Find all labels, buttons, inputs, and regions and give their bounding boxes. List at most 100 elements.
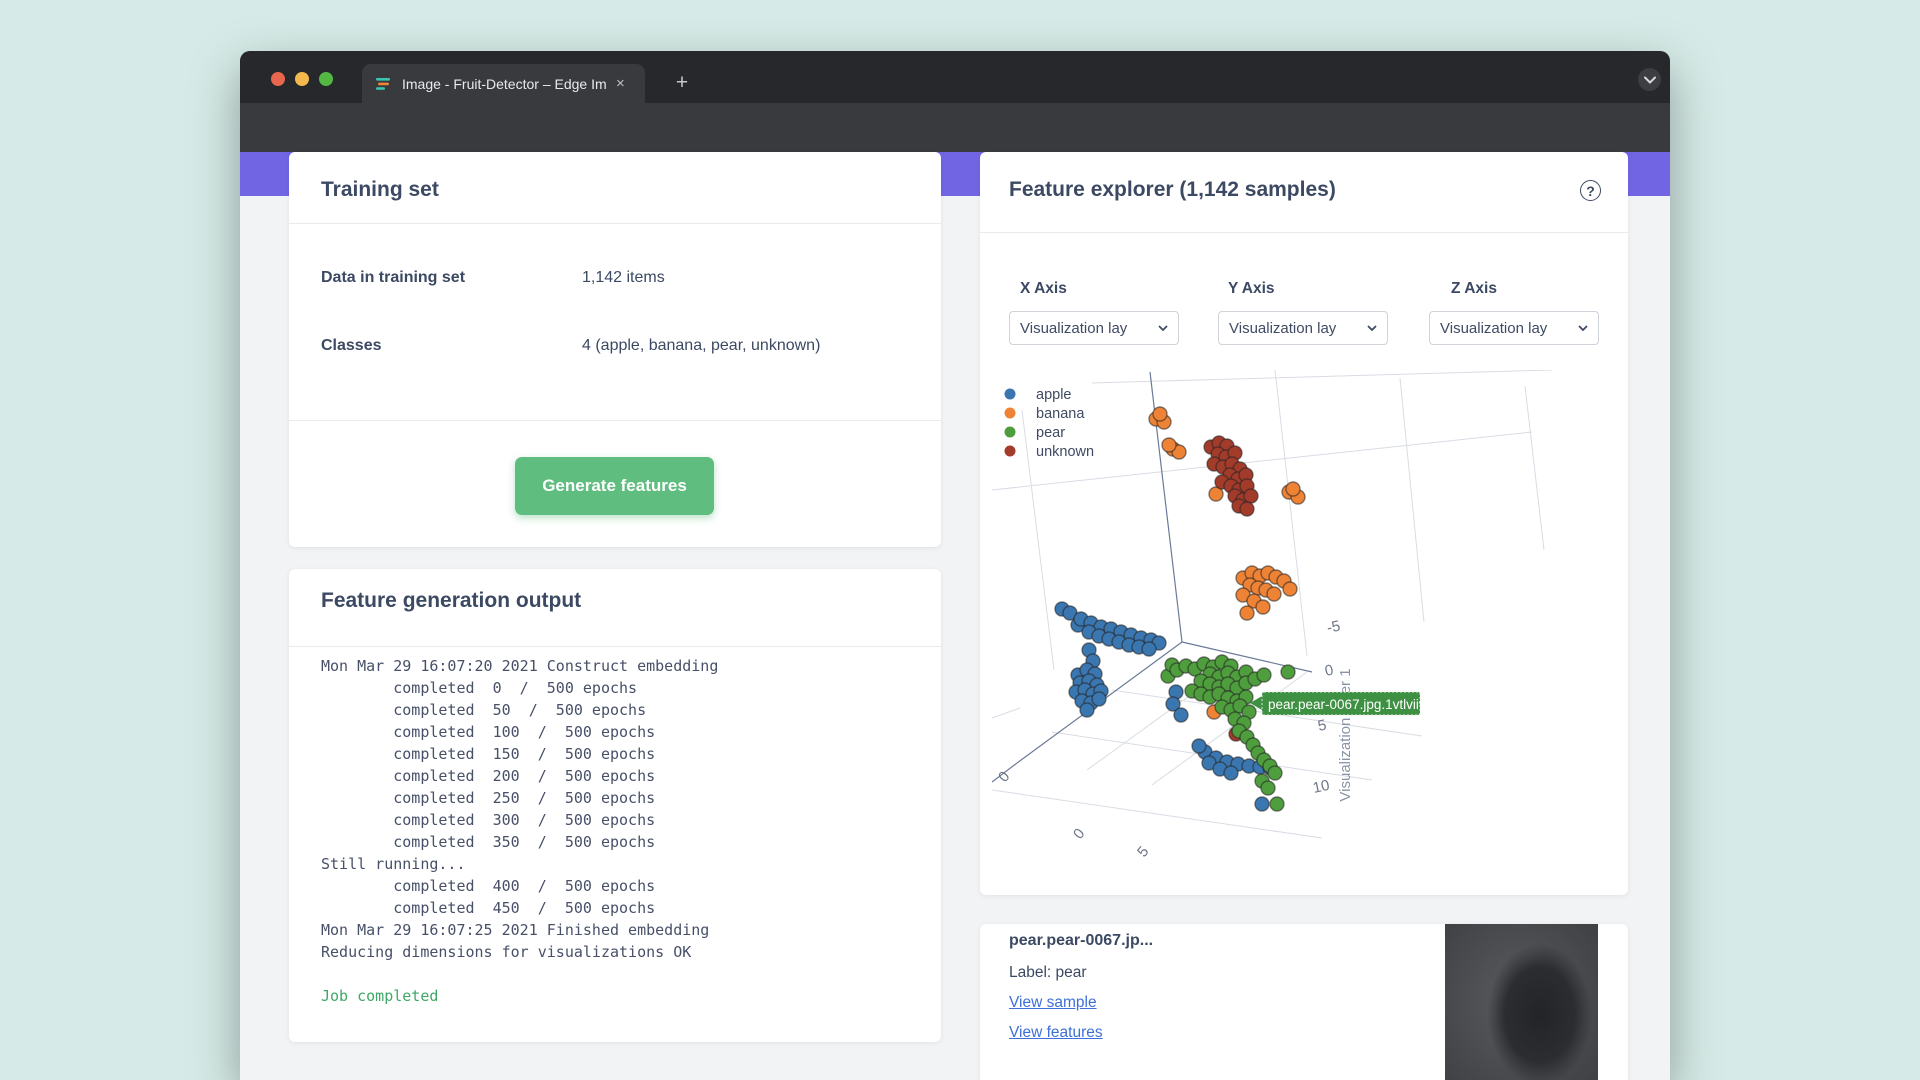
browser-toolbar: https://studio.edgeimpulse.com/studio/20… xyxy=(240,103,1670,152)
legend-item-apple[interactable]: apple xyxy=(1005,387,1072,403)
minimize-window-button[interactable] xyxy=(295,72,309,86)
z-axis-select[interactable]: Visualization lay xyxy=(1429,311,1599,345)
grid-line xyxy=(1275,370,1307,656)
console-line: completed 200 / 500 epochs xyxy=(321,765,718,787)
training-set-row-label: Data in training set xyxy=(321,269,465,287)
console-line: completed 250 / 500 epochs xyxy=(321,787,718,809)
pear-data-point[interactable] xyxy=(1270,797,1284,811)
banana-data-point[interactable] xyxy=(1283,582,1297,596)
sample-label: Label: pear xyxy=(1009,964,1087,982)
generate-features-button[interactable]: Generate features xyxy=(515,457,714,515)
unknown-data-point[interactable] xyxy=(1240,502,1254,516)
console-line: Job completed xyxy=(321,985,718,1007)
legend-swatch xyxy=(1005,389,1016,400)
apple-data-point[interactable] xyxy=(1092,692,1106,706)
pear-data-point[interactable] xyxy=(1257,668,1271,682)
training-set-row-value: 1,142 items xyxy=(582,269,665,287)
feature-explorer-title: Feature explorer (1,142 samples) xyxy=(1009,178,1336,202)
apple-data-point[interactable] xyxy=(1142,642,1156,656)
maximize-window-button[interactable] xyxy=(319,72,333,86)
apple-data-point[interactable] xyxy=(1224,766,1238,780)
legend-label: unknown xyxy=(1036,444,1094,460)
console-line: completed 450 / 500 epochs xyxy=(321,897,718,919)
legend-label: banana xyxy=(1036,406,1085,422)
right-axis-tick: 10 xyxy=(1311,777,1331,797)
legend-label: apple xyxy=(1036,387,1071,403)
chevron-down-icon xyxy=(1578,325,1588,331)
apple-data-point[interactable] xyxy=(1255,797,1269,811)
training-set-row-label: Classes xyxy=(321,337,382,355)
tab-edge-impulse[interactable]: Image - Fruit-Detector – Edge Im × xyxy=(362,64,645,103)
console-line: completed 400 / 500 epochs xyxy=(321,875,718,897)
tab-title: Image - Fruit-Detector – Edge Im xyxy=(402,76,614,92)
plot-tooltip: pear.pear-0067.jpg.1vtlviiv xyxy=(1250,692,1426,715)
legend-swatch xyxy=(1005,427,1016,438)
training-set-title: Training set xyxy=(321,178,439,202)
training-set-card: Training set Data in training set 1,142 … xyxy=(289,152,941,547)
pear-data-point[interactable] xyxy=(1281,665,1295,679)
banana-data-point[interactable] xyxy=(1256,600,1270,614)
x-axis-label: X Axis xyxy=(1020,280,1067,298)
grid-line xyxy=(1092,370,1552,383)
svg-text:pear.pear-0067.jpg.1vtlviiv: pear.pear-0067.jpg.1vtlviiv xyxy=(1268,697,1426,712)
feature-explorer-card: Feature explorer (1,142 samples) ? X Axi… xyxy=(980,152,1628,895)
close-window-button[interactable] xyxy=(271,72,285,86)
pear-data-point[interactable] xyxy=(1268,766,1282,780)
banana-data-point[interactable] xyxy=(1153,407,1167,421)
feature-output-title: Feature generation output xyxy=(321,589,581,613)
view-sample-link[interactable]: View sample xyxy=(1009,994,1097,1012)
unknown-data-point[interactable] xyxy=(1244,489,1258,503)
y-axis-select[interactable]: Visualization lay xyxy=(1218,311,1388,345)
training-set-row-value: 4 (apple, banana, pear, unknown) xyxy=(582,337,820,355)
bottom-axis-tick: 0 xyxy=(1070,825,1088,842)
grid-line xyxy=(1400,378,1424,622)
grid-line xyxy=(1525,386,1544,550)
apple-data-point[interactable] xyxy=(1174,708,1188,722)
legend-label: pear xyxy=(1036,425,1065,441)
tab-close-icon[interactable]: × xyxy=(616,75,625,92)
chevron-down-icon xyxy=(1158,325,1168,331)
console-line xyxy=(321,963,718,985)
console-line: Mon Mar 29 16:07:25 2021 Finished embedd… xyxy=(321,919,718,941)
apple-data-point[interactable] xyxy=(1192,739,1206,753)
page-content: Training set Data in training set 1,142 … xyxy=(240,152,1670,1080)
banana-data-point[interactable] xyxy=(1162,438,1176,452)
help-icon[interactable]: ? xyxy=(1580,180,1601,201)
console-line: completed 150 / 500 epochs xyxy=(321,743,718,765)
console-line: completed 300 / 500 epochs xyxy=(321,809,718,831)
console-line: completed 50 / 500 epochs xyxy=(321,699,718,721)
browser-update-chevron-icon[interactable] xyxy=(1638,68,1661,91)
right-axis-tick: 0 xyxy=(1323,662,1335,680)
feature-explorer-3d-scatter[interactable]: -50510005Visualization layer 1applebanan… xyxy=(992,370,1612,890)
legend-item-banana[interactable]: banana xyxy=(1005,406,1086,422)
chevron-down-icon xyxy=(1367,325,1377,331)
legend-item-pear[interactable]: pear xyxy=(1005,425,1066,441)
sample-title: pear.pear-0067.jp... xyxy=(1009,932,1153,950)
browser-window: Image - Fruit-Detector – Edge Im × + htt… xyxy=(240,51,1670,1080)
z-axis-title: Visualization layer 1 xyxy=(1337,668,1354,801)
legend-swatch xyxy=(1005,446,1016,457)
x-axis-select[interactable]: Visualization lay xyxy=(1009,311,1179,345)
grid-line xyxy=(992,708,1020,718)
console-line: Still running... xyxy=(321,853,718,875)
right-axis-tick: 5 xyxy=(1316,717,1328,735)
console-line: completed 100 / 500 epochs xyxy=(321,721,718,743)
view-features-link[interactable]: View features xyxy=(1009,1024,1103,1042)
console-line: completed 350 / 500 epochs xyxy=(321,831,718,853)
pear-data-point[interactable] xyxy=(1261,781,1275,795)
banana-data-point[interactable] xyxy=(1240,606,1254,620)
banana-data-point[interactable] xyxy=(1267,587,1281,601)
legend-swatch xyxy=(1005,408,1016,419)
sample-preview-image xyxy=(1445,924,1598,1080)
apple-data-point[interactable] xyxy=(1080,703,1094,717)
banana-data-point[interactable] xyxy=(1286,482,1300,496)
new-tab-button[interactable]: + xyxy=(668,69,696,97)
z-axis-label: Z Axis xyxy=(1451,280,1497,298)
legend-item-unknown[interactable]: unknown xyxy=(1005,444,1095,460)
y-axis-label: Y Axis xyxy=(1228,280,1275,298)
console-output: Mon Mar 29 16:07:20 2021 Construct embed… xyxy=(321,655,718,1007)
console-line: completed 0 / 500 epochs xyxy=(321,677,718,699)
grid-line xyxy=(992,432,1532,490)
right-axis-tick: -5 xyxy=(1325,618,1342,637)
grid-line xyxy=(992,790,1322,838)
